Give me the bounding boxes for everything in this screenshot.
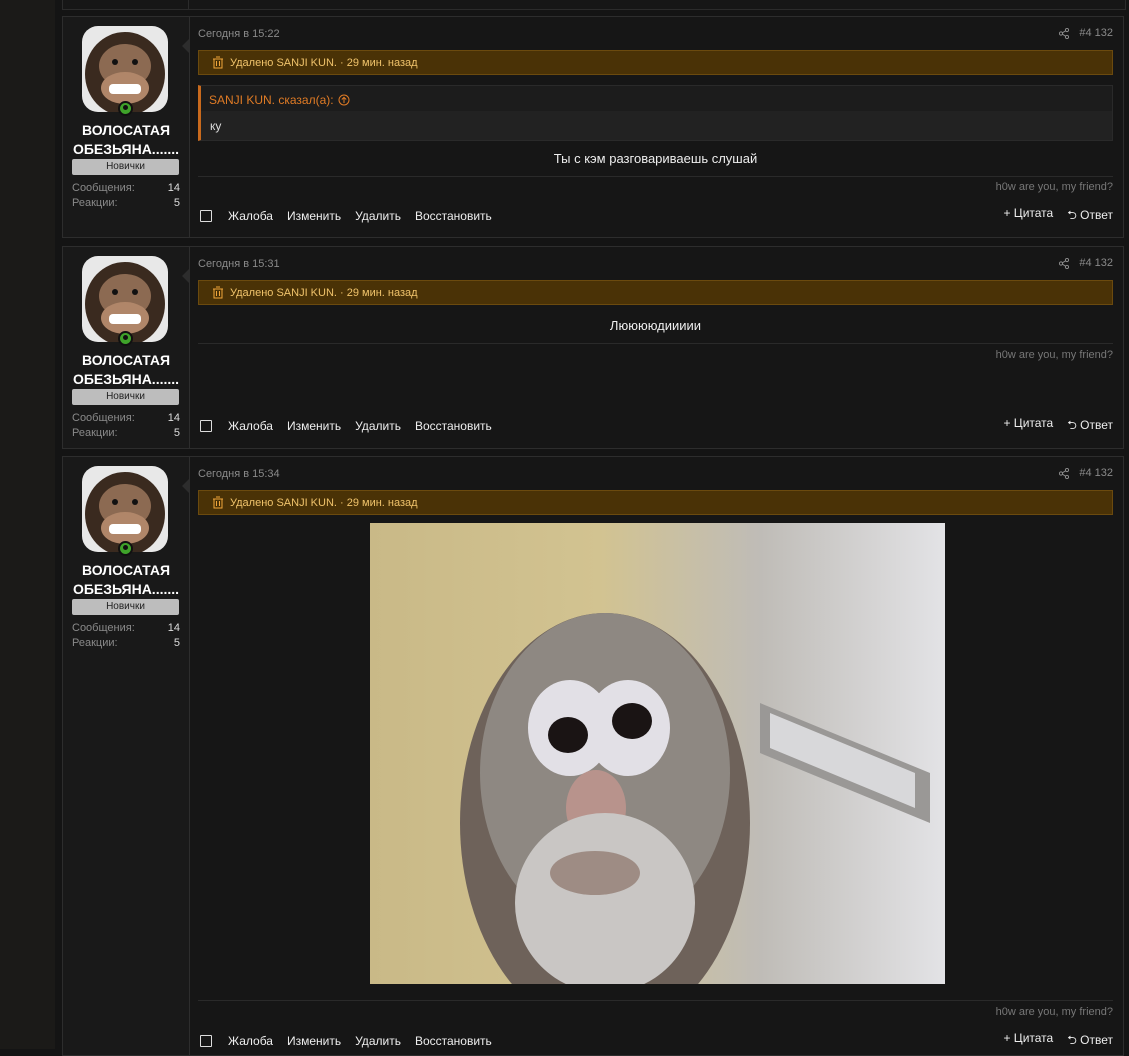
deleted-text: Удалено SANJI KUN. · 29 мин. назад — [230, 56, 418, 69]
post-date[interactable]: Сегодня в 15:31 — [198, 258, 280, 270]
post-body: Сегодня в 15:22 #4 132 Удалено SANJI KUN… — [198, 17, 1113, 237]
role-badge: Новички — [72, 599, 179, 615]
deleted-text: Удалено SANJI KUN. · 29 мин. назад — [230, 496, 418, 509]
arrow-up-circle-icon[interactable] — [338, 94, 350, 106]
post-3: ВОЛОСАТАЯ ОБЕЗЬЯНА....... Новички Сообщен… — [62, 456, 1124, 1056]
arrow-notch — [182, 269, 189, 283]
arrow-notch — [182, 39, 189, 53]
user-cell: ВОЛОСАТАЯ ОБЕЗЬЯНА....... Новички Сообщен… — [63, 17, 190, 237]
user-cell: ВОЛОСАТАЯ ОБЕЗЬЯНА....... Новички Сообщен… — [63, 247, 190, 448]
reply-button[interactable]: ⮌ Ответ — [1067, 1031, 1113, 1052]
post-meta: #4 132 — [1059, 27, 1113, 39]
restore-link[interactable]: Восстановить — [415, 209, 492, 223]
quote-text: ку — [201, 111, 1112, 140]
post-actions: Жалоба Изменить Удалить Восстановить + Ц… — [198, 206, 1113, 227]
post-actions: Жалоба Изменить Удалить Восстановить + Ц… — [198, 416, 1113, 437]
report-link[interactable]: Жалоба — [228, 419, 273, 433]
quote-button[interactable]: + Цитата — [1003, 1031, 1053, 1052]
edit-link[interactable]: Изменить — [287, 209, 341, 223]
share-icon[interactable] — [1059, 27, 1070, 39]
restore-link[interactable]: Восстановить — [415, 419, 492, 433]
deleted-notice: Удалено SANJI KUN. · 29 мин. назад — [198, 280, 1113, 305]
signature-divider — [198, 176, 1113, 177]
delete-link[interactable]: Удалить — [355, 1034, 401, 1048]
signature: h0w are you, my friend? — [995, 349, 1113, 361]
quote-block: SANJI KUN. сказал(а): ку — [198, 85, 1113, 141]
deleted-notice: Удалено SANJI KUN. · 29 мин. назад — [198, 50, 1113, 75]
trash-icon — [213, 286, 223, 299]
avatar[interactable] — [82, 256, 168, 342]
deleted-notice: Удалено SANJI KUN. · 29 мин. назад — [198, 490, 1113, 515]
monkey-gif-image[interactable] — [370, 523, 945, 984]
signature-divider — [198, 1000, 1113, 1001]
select-checkbox[interactable] — [200, 210, 212, 222]
reply-icon: ⮌ — [1067, 207, 1081, 222]
post-meta: #4 132 — [1059, 257, 1113, 269]
trash-icon — [213, 56, 223, 69]
signature: h0w are you, my friend? — [995, 181, 1113, 193]
message-text: Ты с кэм разговариваешь слушай — [553, 151, 758, 166]
reply-button[interactable]: ⮌ Ответ — [1067, 206, 1113, 227]
online-status-icon — [118, 541, 133, 556]
left-gutter — [0, 0, 55, 1049]
stat-messages: Сообщения: 14 — [72, 622, 180, 634]
report-link[interactable]: Жалоба — [228, 209, 273, 223]
edit-link[interactable]: Изменить — [287, 419, 341, 433]
message-text: Лююююдиииии — [609, 318, 702, 333]
username[interactable]: ВОЛОСАТАЯ ОБЕЗЬЯНА....... — [67, 351, 185, 389]
username[interactable]: ВОЛОСАТАЯ ОБЕЗЬЯНА....... — [67, 561, 185, 599]
monkey-avatar-image — [82, 466, 168, 552]
monkey-avatar-image — [82, 26, 168, 112]
reply-button[interactable]: ⮌ Ответ — [1067, 416, 1113, 437]
trash-icon — [213, 496, 223, 509]
post-body: Сегодня в 15:34 #4 132 Удалено SANJI KUN… — [198, 457, 1113, 1055]
post-number[interactable]: #4 132 — [1079, 257, 1113, 269]
post-2: ВОЛОСАТАЯ ОБЕЗЬЯНА....... Новички Сообщен… — [62, 246, 1124, 449]
deleted-text: Удалено SANJI KUN. · 29 мин. назад — [230, 286, 418, 299]
stat-reactions: Реакции: 5 — [72, 197, 180, 209]
role-badge: Новички — [72, 389, 179, 405]
signature-divider — [198, 343, 1113, 344]
restore-link[interactable]: Восстановить — [415, 1034, 492, 1048]
edit-link[interactable]: Изменить — [287, 1034, 341, 1048]
post-body: Сегодня в 15:31 #4 132 Удалено SANJI KUN… — [198, 247, 1113, 448]
post-number[interactable]: #4 132 — [1079, 27, 1113, 39]
post-date[interactable]: Сегодня в 15:34 — [198, 468, 280, 480]
avatar[interactable] — [82, 26, 168, 112]
delete-link[interactable]: Удалить — [355, 419, 401, 433]
user-cell: ВОЛОСАТАЯ ОБЕЗЬЯНА....... Новички Сообщен… — [63, 457, 190, 1055]
share-icon[interactable] — [1059, 257, 1070, 269]
signature: h0w are you, my friend? — [995, 1006, 1113, 1018]
monkey-avatar-image — [82, 256, 168, 342]
avatar[interactable] — [82, 466, 168, 552]
select-checkbox[interactable] — [200, 1035, 212, 1047]
stat-reactions: Реакции: 5 — [72, 427, 180, 439]
online-status-icon — [118, 101, 133, 116]
post-date[interactable]: Сегодня в 15:22 — [198, 28, 280, 40]
stat-reactions: Реакции: 5 — [72, 637, 180, 649]
stat-messages: Сообщения: 14 — [72, 412, 180, 424]
previous-post-edge — [62, 0, 1126, 10]
role-badge: Новички — [72, 159, 179, 175]
monkey-photo — [460, 613, 930, 984]
quote-button[interactable]: + Цитата — [1003, 416, 1053, 437]
report-link[interactable]: Жалоба — [228, 1034, 273, 1048]
arrow-notch — [182, 479, 189, 493]
stat-messages: Сообщения: 14 — [72, 182, 180, 194]
select-checkbox[interactable] — [200, 420, 212, 432]
username[interactable]: ВОЛОСАТАЯ ОБЕЗЬЯНА....... — [67, 121, 185, 159]
quote-button[interactable]: + Цитата — [1003, 206, 1053, 227]
post-meta: #4 132 — [1059, 467, 1113, 479]
share-icon[interactable] — [1059, 467, 1070, 479]
post-actions: Жалоба Изменить Удалить Восстановить + Ц… — [198, 1031, 1113, 1052]
quote-header[interactable]: SANJI KUN. сказал(а): — [209, 93, 350, 107]
post-1: ВОЛОСАТАЯ ОБЕЗЬЯНА....... Новички Сообщен… — [62, 16, 1124, 238]
online-status-icon — [118, 331, 133, 346]
reply-icon: ⮌ — [1067, 1032, 1081, 1047]
delete-link[interactable]: Удалить — [355, 209, 401, 223]
post-number[interactable]: #4 132 — [1079, 467, 1113, 479]
reply-icon: ⮌ — [1067, 417, 1081, 432]
